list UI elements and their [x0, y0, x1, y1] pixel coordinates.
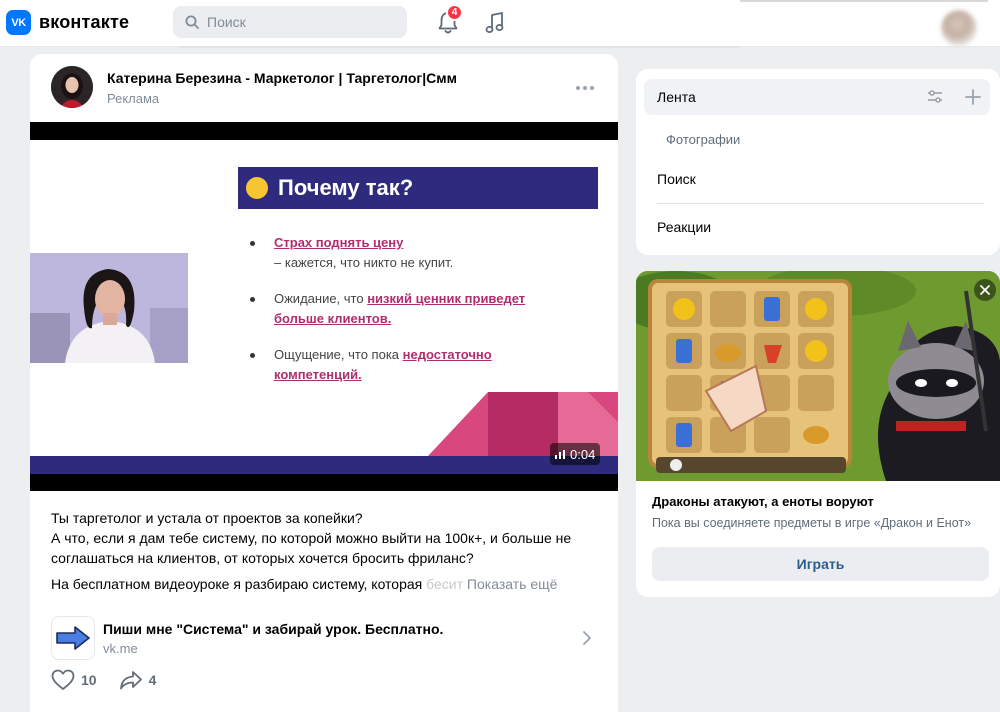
menu-item-label: Поиск	[657, 171, 696, 187]
menu-item-photos[interactable]: Фотографии	[644, 121, 990, 157]
bullet-highlight: Страх поднять цену	[274, 235, 404, 250]
author-avatar[interactable]	[51, 66, 93, 108]
notifications-badge: 4	[446, 4, 463, 21]
like-button[interactable]: 10	[51, 669, 97, 691]
video-progress-bar[interactable]	[30, 456, 618, 474]
share-count: 4	[148, 672, 157, 688]
post-text: Ты таргетолог и устала от проектов за ко…	[51, 508, 611, 600]
header-divider	[178, 46, 740, 48]
bullet-text: Ожидание, что	[274, 291, 368, 306]
menu-item-reactions[interactable]: Реакции	[644, 209, 990, 245]
post-author-name[interactable]: Катерина Березина - Маркетолог | Таргето…	[107, 70, 457, 86]
vk-logo-text: вконтакте	[39, 12, 130, 32]
filter-settings-icon[interactable]	[926, 88, 944, 106]
slide-bullet: Ожидание, что низкий ценник приведет бол…	[250, 289, 570, 329]
menu-item-feed[interactable]: Лента	[644, 79, 990, 115]
thinking-face-icon	[246, 177, 268, 199]
author-photo-icon	[51, 66, 93, 108]
post-text-line: На бесплатном видеоуроке я разбираю сист…	[51, 576, 423, 592]
user-avatar[interactable]	[941, 10, 977, 46]
ad-close-button[interactable]	[974, 279, 996, 301]
ad-description: Пока вы соединяете предметы в игре «Драк…	[652, 516, 972, 530]
link-title[interactable]: Пиши мне "Система" и забирай урок. Беспл…	[103, 621, 443, 637]
feed-menu: Лента Фотографии Поиск Реакции	[636, 69, 1000, 255]
vk-logo[interactable]: VK вконтакте	[6, 10, 129, 35]
search-icon	[185, 15, 199, 29]
share-button[interactable]: 4	[119, 670, 157, 690]
more-options-icon[interactable]	[575, 80, 595, 96]
search-input[interactable]	[207, 14, 397, 30]
post-actions: 10 4	[51, 668, 156, 692]
slide-bullets: Страх поднять цену – кажется, что никто …	[250, 233, 570, 401]
video-duration: 0:04	[550, 443, 601, 465]
top-bar: VK вконтакте 4	[0, 0, 1000, 48]
video-frame: Почему так? Страх поднять цену – кажется…	[30, 140, 618, 474]
post-text-fade: бесит	[422, 576, 464, 592]
game-ad-image[interactable]	[636, 271, 1000, 481]
video-duration-text: 0:04	[570, 446, 596, 462]
link-thumbnail	[51, 616, 95, 660]
share-arrow-icon	[119, 671, 142, 690]
post-text-line: Ты таргетолог и устала от проектов за ко…	[51, 510, 363, 526]
video-player[interactable]: Почему так? Страх поднять цену – кажется…	[30, 122, 618, 491]
arrow-right-icon	[56, 626, 90, 650]
menu-item-label: Реакции	[657, 219, 712, 235]
close-icon	[980, 285, 990, 295]
post-text-line: А что, если я дам тебе систему, по котор…	[51, 530, 572, 566]
slide-bullet: Ощущение, что пока недостаточно компетен…	[250, 345, 570, 385]
menu-tools	[926, 88, 982, 106]
presenter-photo-icon	[30, 253, 188, 363]
slide-bullet: Страх поднять цену – кажется, что никто …	[250, 233, 570, 273]
slide-title: Почему так?	[238, 167, 598, 209]
slide-title-text: Почему так?	[278, 175, 414, 200]
ad-title[interactable]: Драконы атакуют, а еноты воруют	[652, 494, 874, 509]
music-note-icon[interactable]	[483, 10, 507, 36]
plus-icon[interactable]	[964, 88, 982, 106]
game-ad: Драконы атакуют, а еноты воруют Пока вы …	[636, 271, 1000, 597]
menu-item-search[interactable]: Поиск	[644, 161, 990, 197]
bullet-text: – кажется, что никто не купит.	[274, 255, 454, 270]
header-divider	[740, 0, 988, 2]
bullet-text: Ощущение, что пока	[274, 347, 403, 362]
menu-item-label: Фотографии	[666, 131, 741, 147]
feed-post: Катерина Березина - Маркетолог | Таргето…	[30, 54, 618, 712]
menu-item-label: Лента	[657, 89, 696, 105]
show-more-link[interactable]: Показать ещё	[467, 576, 558, 592]
volume-bars-icon	[555, 449, 565, 459]
link-attachment[interactable]: Пиши мне "Система" и забирай урок. Беспл…	[51, 616, 601, 660]
heart-icon	[51, 669, 75, 690]
game-artwork-icon	[636, 271, 1000, 481]
chevron-right-icon[interactable]	[581, 630, 593, 646]
play-button[interactable]: Играть	[652, 547, 989, 581]
vk-logo-icon: VK	[6, 10, 31, 35]
link-domain: vk.me	[103, 641, 138, 656]
menu-divider	[657, 203, 984, 204]
search-box[interactable]	[173, 6, 407, 38]
like-count: 10	[81, 672, 97, 688]
presenter-video	[30, 253, 188, 363]
post-ad-label: Реклама	[107, 91, 160, 106]
